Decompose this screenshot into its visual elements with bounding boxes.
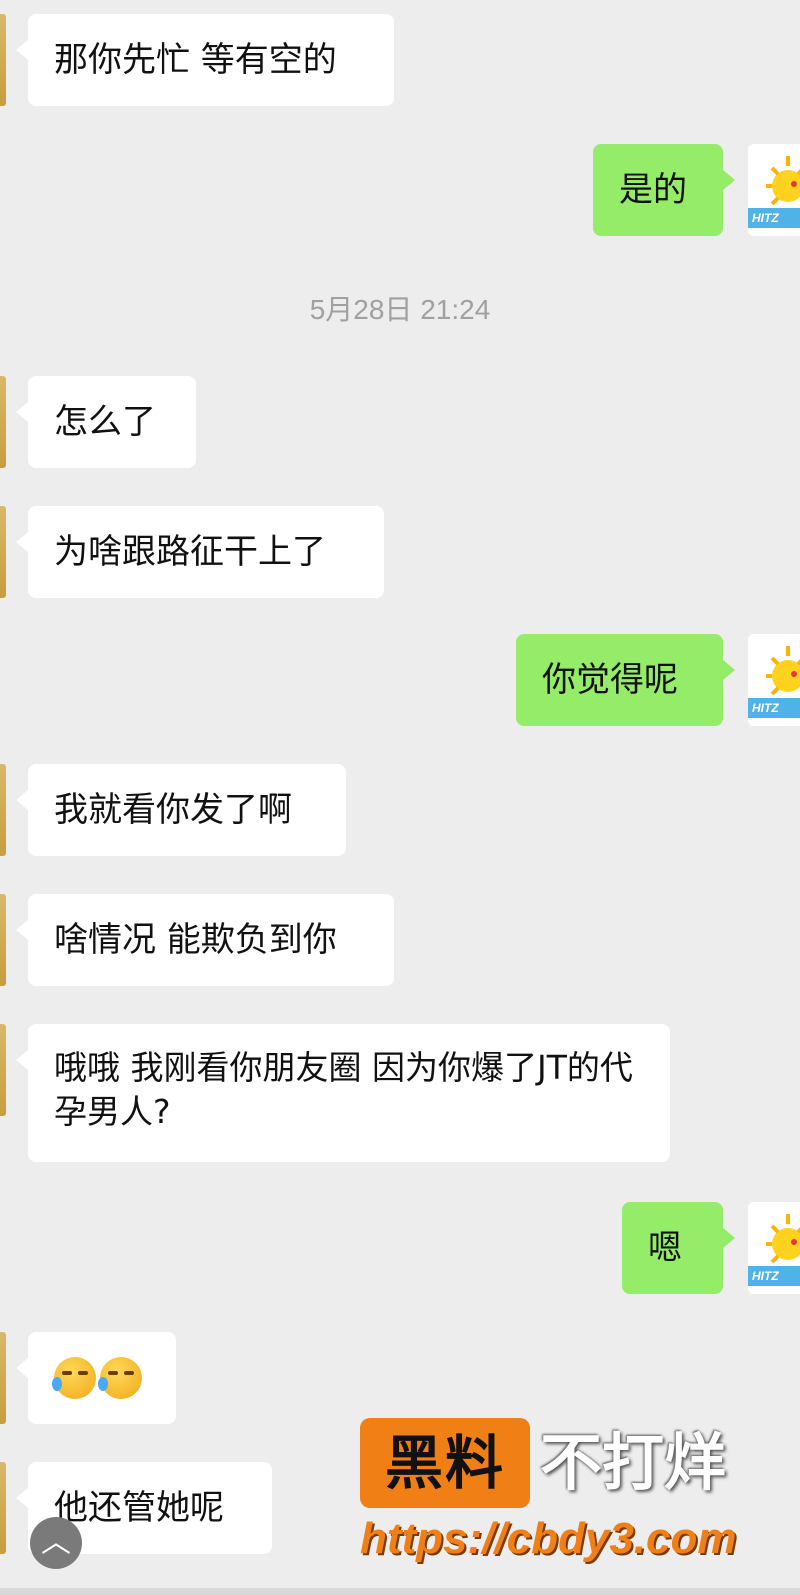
message-text: 我就看你发了啊 <box>54 790 292 830</box>
sender-avatar[interactable] <box>0 1024 6 1116</box>
avatar-tag: HITZ <box>748 1266 800 1286</box>
message-bubble[interactable]: 哦哦 我刚看你朋友圈 因为你爆了JT的代孕男人? <box>16 1024 670 1162</box>
message-text: 哦哦 我刚看你朋友圈 因为你爆了JT的代孕男人? <box>54 1048 633 1131</box>
watermark-url: https://cbdy3.com <box>360 1514 737 1563</box>
message-bubble[interactable]: 我就看你发了啊 <box>16 764 346 856</box>
user-avatar[interactable]: HITZ <box>748 144 800 236</box>
message-text: 啥情况 能欺负到你 <box>54 920 337 960</box>
message-text: 嗯 <box>648 1228 682 1268</box>
message-text: 是的 <box>619 170 687 210</box>
message-bubble[interactable]: 那你先忙 等有空的 <box>16 14 394 106</box>
message-bubble[interactable]: 为啥跟路征干上了 <box>16 506 384 598</box>
face-palm-crying-emoji <box>98 1357 142 1399</box>
avatar-tag: HITZ <box>748 208 800 228</box>
scroll-up-button[interactable]: ︿ <box>30 1517 82 1569</box>
face-palm-crying-emoji <box>52 1357 96 1399</box>
message-bubble[interactable]: 你觉得呢 <box>516 634 735 726</box>
avatar-tag: HITZ <box>748 698 800 718</box>
sender-avatar[interactable] <box>0 894 6 986</box>
message-text: 那你先忙 等有空的 <box>54 40 337 80</box>
sender-avatar[interactable] <box>0 376 6 468</box>
user-avatar[interactable]: HITZ <box>748 1202 800 1294</box>
bottom-divider <box>0 1588 800 1595</box>
watermark: 黑料 不打烊 https://cbdy3.com <box>360 1418 790 1568</box>
watermark-badge: 黑料 <box>360 1418 530 1508</box>
message-bubble[interactable]: 嗯 <box>622 1202 735 1294</box>
chevron-up-icon: ︿ <box>41 1525 71 1560</box>
message-bubble[interactable]: 是的 <box>593 144 735 236</box>
sender-avatar[interactable] <box>0 1462 6 1554</box>
sender-avatar[interactable] <box>0 14 6 106</box>
watermark-slogan: 不打烊 <box>540 1426 727 1499</box>
message-bubble[interactable]: 怎么了 <box>16 376 196 468</box>
message-text: 怎么了 <box>54 402 156 442</box>
message-bubble[interactable]: 啥情况 能欺负到你 <box>16 894 394 986</box>
sender-avatar[interactable] <box>0 764 6 856</box>
message-timestamp: 5月28日 21:24 <box>309 294 491 325</box>
sender-avatar[interactable] <box>0 506 6 598</box>
message-text: 他还管她呢 <box>54 1488 224 1528</box>
sender-avatar[interactable] <box>0 1332 6 1424</box>
user-avatar[interactable]: HITZ <box>748 634 800 726</box>
message-bubble[interactable] <box>16 1332 176 1424</box>
message-text: 为啥跟路征干上了 <box>54 532 326 572</box>
message-text: 你觉得呢 <box>542 660 678 700</box>
